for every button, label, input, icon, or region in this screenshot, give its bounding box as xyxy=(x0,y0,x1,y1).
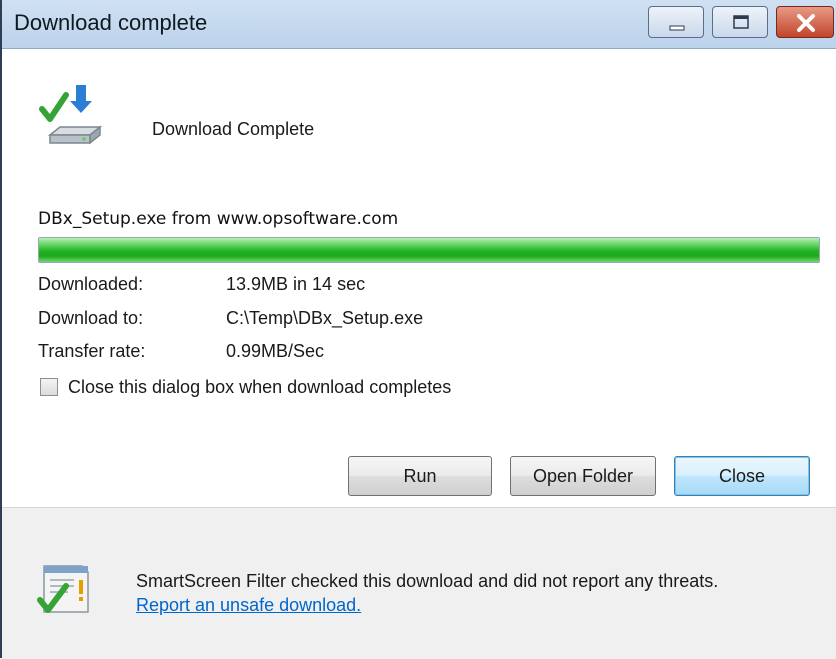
title-bar[interactable]: Download complete xyxy=(2,0,836,49)
progress-bar xyxy=(38,237,820,263)
download-to-value: C:\Temp\DBx_Setup.exe xyxy=(226,308,424,328)
downloaded-label: Downloaded: xyxy=(38,274,144,294)
window-title: Download complete xyxy=(14,10,208,35)
close-window-button[interactable] xyxy=(776,6,834,38)
downloaded-value: 13.9MB in 14 sec xyxy=(226,274,366,294)
minimize-button[interactable] xyxy=(648,6,704,38)
minimize-icon xyxy=(669,25,685,31)
close-icon xyxy=(797,14,815,32)
download-to-label: Download to: xyxy=(38,308,144,328)
open-folder-button[interactable]: Open Folder xyxy=(510,456,656,496)
smartscreen-footer: SmartScreen Filter checked this download… xyxy=(2,507,836,659)
smartscreen-text: SmartScreen Filter checked this download… xyxy=(136,571,719,591)
close-button[interactable]: Close xyxy=(674,456,810,496)
close-on-complete-checkbox[interactable] xyxy=(40,378,58,396)
download-source: DBx_Setup.exe from www.opsoftware.com xyxy=(38,209,399,229)
download-complete-icon xyxy=(38,81,108,156)
progress-fill xyxy=(39,238,819,262)
transfer-rate-value: 0.99MB/Sec xyxy=(226,341,325,361)
maximize-icon xyxy=(733,15,749,29)
smartscreen-shield-icon xyxy=(36,560,96,625)
run-button[interactable]: Run xyxy=(348,456,492,496)
report-unsafe-download-link[interactable]: Report an unsafe download. xyxy=(136,595,361,615)
maximize-button[interactable] xyxy=(712,6,768,38)
download-complete-dialog: Download complete Download Complete DBx_… xyxy=(0,0,836,659)
transfer-rate-label: Transfer rate: xyxy=(38,341,146,361)
close-on-complete-label[interactable]: Close this dialog box when download comp… xyxy=(68,377,451,398)
dialog-body: Download Complete DBx_Setup.exe from www… xyxy=(2,49,836,507)
download-heading: Download Complete xyxy=(152,119,315,139)
smartscreen-message: SmartScreen Filter checked this download… xyxy=(136,569,776,617)
